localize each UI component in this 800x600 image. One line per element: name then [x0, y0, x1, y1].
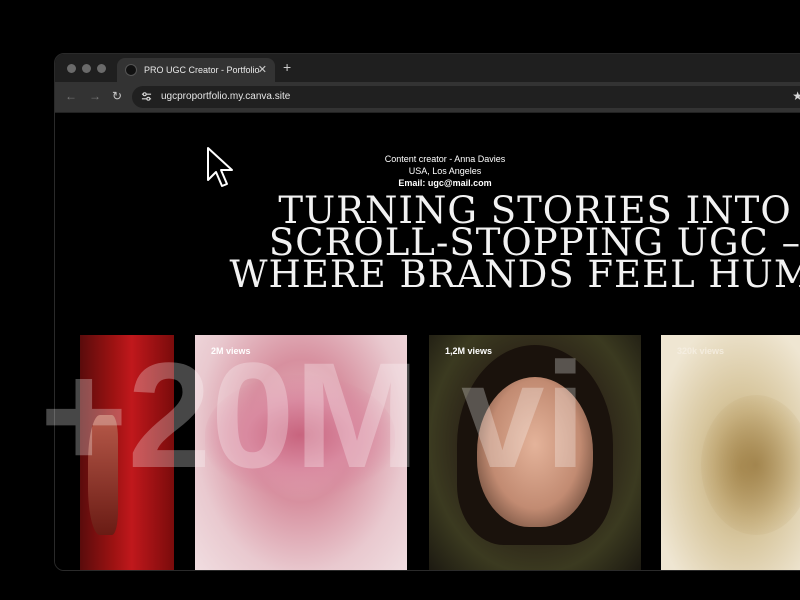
favicon-icon	[125, 64, 137, 76]
creator-location: USA, Los Angeles	[408, 166, 482, 176]
plant-image	[701, 395, 800, 535]
tab-title: PRO UGC Creator - Portfolio	[144, 65, 260, 75]
tune-icon[interactable]	[141, 91, 152, 102]
back-arrow-icon[interactable]: ←	[65, 89, 77, 103]
video-card[interactable]: 320k views	[661, 335, 800, 570]
maximize-window-dot-icon[interactable]	[97, 64, 106, 73]
creator-name: Content creator - Anna Davies	[384, 154, 506, 164]
tab-bar: PRO UGC Creator - Portfolio ✕ +	[55, 54, 800, 82]
address-bar[interactable]: ugcproportfolio.my.canva.site ★	[132, 86, 800, 108]
views-label: 320k views	[677, 346, 725, 356]
minimize-window-dot-icon[interactable]	[82, 64, 91, 73]
browser-toolbar: ← → ↻ ugcproportfolio.my.canva.site ★	[55, 82, 800, 113]
window-controls	[67, 64, 106, 73]
bookmark-star-icon[interactable]: ★	[792, 89, 800, 103]
close-window-dot-icon[interactable]	[67, 64, 76, 73]
hero-headline: TURNING STORIES INTO SCROLL-STOPPING UGC…	[215, 192, 800, 296]
mouse-cursor-icon	[207, 147, 233, 187]
tab-portfolio[interactable]: PRO UGC Creator - Portfolio ✕	[117, 58, 275, 82]
creator-info: Content creator - Anna Davies USA, Los A…	[295, 153, 595, 189]
creator-email[interactable]: Email: ugc@mail.com	[295, 177, 595, 189]
reload-icon[interactable]: ↻	[112, 89, 122, 103]
headline-line-3: WHERE BRANDS FEEL HUMA	[229, 253, 800, 296]
views-overlay-text: +20M vi	[40, 331, 587, 499]
new-tab-button[interactable]: +	[283, 59, 291, 75]
close-tab-icon[interactable]: ✕	[258, 63, 267, 76]
forward-arrow-icon[interactable]: →	[89, 89, 101, 103]
url-text[interactable]: ugcproportfolio.my.canva.site	[161, 91, 290, 102]
